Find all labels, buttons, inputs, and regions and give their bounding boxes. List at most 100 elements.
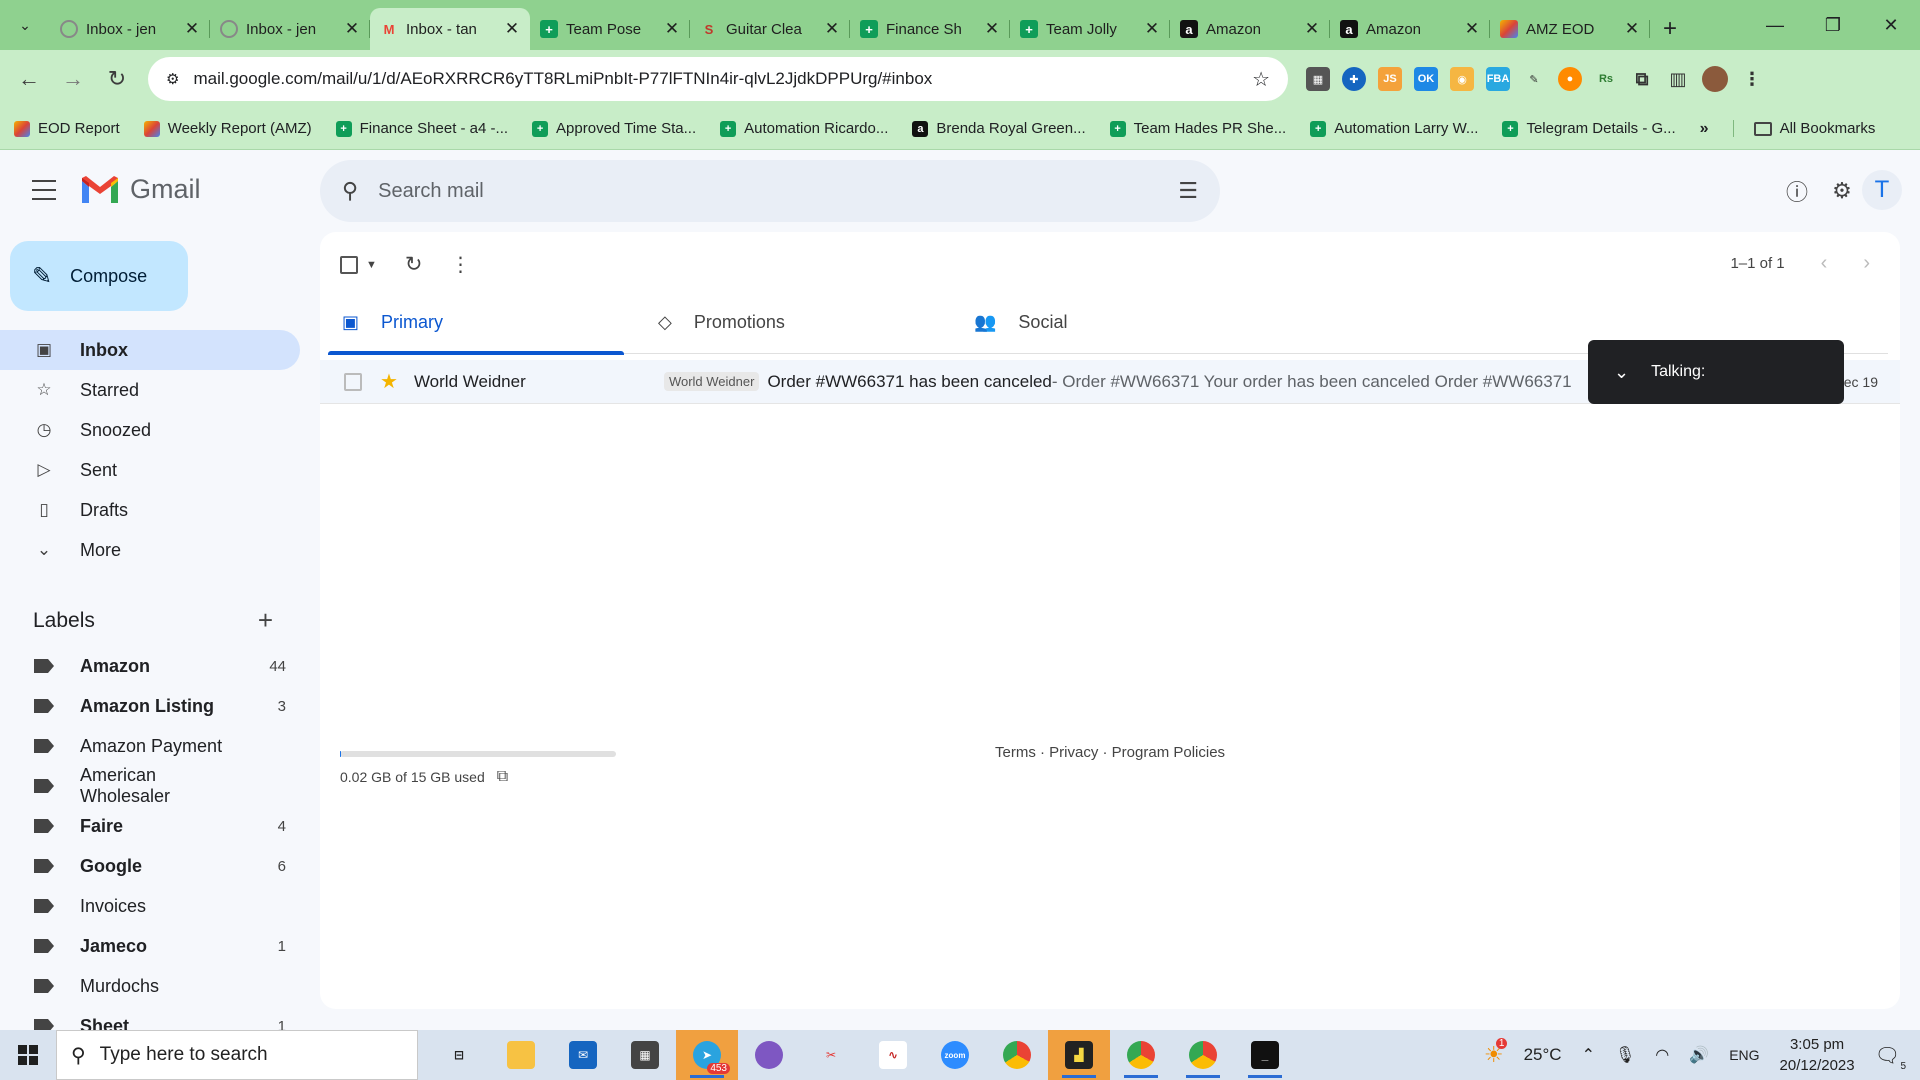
chrome-profile-icon[interactable] xyxy=(1110,1030,1172,1080)
tab-close-icon[interactable]: ✕ xyxy=(664,19,680,39)
restore-button[interactable]: ❐ xyxy=(1804,0,1862,50)
select-dropdown-icon[interactable]: ▼ xyxy=(366,259,377,271)
bookmark-item[interactable]: a Brenda Royal Green... xyxy=(912,120,1086,137)
extension-blue-icon[interactable]: ✚ xyxy=(1342,67,1366,91)
select-all-checkbox[interactable]: ▼ xyxy=(340,255,377,274)
label-item[interactable]: Invoices xyxy=(0,886,300,926)
select-checkbox-icon[interactable] xyxy=(340,255,358,274)
gmail-logo[interactable]: Gmail xyxy=(80,174,201,205)
extensions-puzzle-icon[interactable]: ⧉ xyxy=(1630,67,1654,91)
talking-toast[interactable]: ⌄ Talking: xyxy=(1588,340,1844,404)
qr-extension-icon[interactable]: ▦ xyxy=(1306,67,1330,91)
tab-close-icon[interactable]: ✕ xyxy=(184,19,200,39)
chrome-profile-avatar[interactable] xyxy=(1702,66,1728,92)
browser-tab[interactable]: Inbox - jen ✕ xyxy=(50,8,210,50)
tab-title[interactable]: Team Pose xyxy=(566,21,656,38)
tab-title[interactable]: Inbox - jen xyxy=(86,21,176,38)
support-icon[interactable]: ⓘ xyxy=(1782,176,1812,206)
search-bar[interactable]: ⚲ Search mail ☰ xyxy=(320,160,1220,222)
footer-links[interactable]: Terms · Privacy · Program Policies xyxy=(995,744,1225,761)
copilot-icon[interactable] xyxy=(738,1030,800,1080)
task-view-icon[interactable]: ⊟ xyxy=(428,1030,490,1080)
js-extension-icon[interactable]: JS xyxy=(1378,67,1402,91)
bookmark-item[interactable]: + Approved Time Sta... xyxy=(532,120,696,137)
sidebar-item-snoozed[interactable]: ◷ Snoozed xyxy=(0,410,300,450)
label-item[interactable]: Amazon Listing 3 xyxy=(0,686,300,726)
back-button[interactable]: ← xyxy=(10,60,48,98)
browser-tab[interactable]: M Inbox - tan ✕ xyxy=(370,8,530,50)
forward-button[interactable]: → xyxy=(54,60,92,98)
open-external-icon[interactable]: ⧉ xyxy=(497,768,508,786)
all-bookmarks-button[interactable]: All Bookmarks xyxy=(1732,120,1875,137)
close-window-button[interactable]: ✕ xyxy=(1862,0,1920,50)
tab-primary[interactable]: ▣ Primary xyxy=(328,290,644,355)
weather-icon[interactable]: ☀ 1 xyxy=(1484,1038,1508,1068)
taskbar-search-placeholder[interactable]: Type here to search xyxy=(100,1044,268,1066)
tab-title[interactable]: AMZ EOD xyxy=(1526,21,1616,38)
sidebar-item-more[interactable]: ⌄ More xyxy=(0,530,300,570)
tab-close-icon[interactable]: ✕ xyxy=(1464,19,1480,39)
search-options-icon[interactable]: ☰ xyxy=(1178,178,1198,204)
settings-gear-icon[interactable]: ⚙ xyxy=(1827,176,1857,206)
label-item[interactable]: American Wholesaler xyxy=(0,765,300,806)
search-icon[interactable]: ⚲ xyxy=(342,178,358,204)
tab-close-icon[interactable]: ✕ xyxy=(504,19,520,39)
zoom-icon[interactable]: zoom xyxy=(924,1030,986,1080)
wifi-icon[interactable]: ◠ xyxy=(1655,1045,1669,1065)
sidebar-item-sent[interactable]: ▷ Sent xyxy=(0,450,300,490)
activity-app-icon[interactable]: ∿ xyxy=(862,1030,924,1080)
file-explorer-icon[interactable] xyxy=(490,1030,552,1080)
bookmark-star-icon[interactable]: ☆ xyxy=(1252,67,1270,92)
microphone-icon[interactable]: 🎙 xyxy=(1615,1045,1635,1065)
tab-social[interactable]: 👥 Social xyxy=(960,290,1276,354)
browser-tab[interactable]: + Team Pose ✕ xyxy=(530,8,690,50)
tab-title[interactable]: Amazon xyxy=(1366,21,1456,38)
terminal-icon[interactable]: _ xyxy=(1234,1030,1296,1080)
tab-close-icon[interactable]: ✕ xyxy=(1624,19,1640,39)
bookmark-item[interactable]: + Finance Sheet - a4 -... xyxy=(335,120,508,137)
tray-chevron-up-icon[interactable]: ⌃ xyxy=(1582,1045,1595,1065)
account-avatar[interactable]: T xyxy=(1862,170,1902,210)
bookmark-item[interactable]: + Automation Ricardo... xyxy=(720,120,888,137)
chrome-menu-icon[interactable]: ⋮ xyxy=(1740,67,1764,91)
reload-button[interactable]: ↻ xyxy=(98,60,136,98)
tab-title[interactable]: Inbox - jen xyxy=(246,21,336,38)
clock[interactable]: 3:05 pm 20/12/2023 xyxy=(1780,1034,1855,1076)
prev-page-icon[interactable]: ‹ xyxy=(1821,252,1828,275)
browser-tab[interactable]: Inbox - jen ✕ xyxy=(210,8,370,50)
fba-extension-icon[interactable]: FBA xyxy=(1486,67,1510,91)
tab-search-chevron-icon[interactable]: ⌄ xyxy=(0,0,50,50)
bookmark-item[interactable]: Weekly Report (AMZ) xyxy=(143,120,312,137)
tab-title[interactable]: Inbox - tan xyxy=(406,21,496,38)
site-info-icon[interactable]: ⚙ xyxy=(166,70,179,88)
label-item[interactable]: Faire 4 xyxy=(0,806,300,846)
tab-close-icon[interactable]: ✕ xyxy=(344,19,360,39)
chevron-down-icon[interactable]: ⌄ xyxy=(1614,362,1629,383)
telegram-icon[interactable]: ➤ 453 xyxy=(676,1030,738,1080)
url-text[interactable]: mail.google.com/mail/u/1/d/AEoRXRRCR6yTT… xyxy=(193,69,1238,89)
next-page-icon[interactable]: › xyxy=(1863,252,1870,275)
sidebar-item-starred[interactable]: ☆ Starred xyxy=(0,370,300,410)
sidebar-item-drafts[interactable]: ▯ Drafts xyxy=(0,490,300,530)
tab-close-icon[interactable]: ✕ xyxy=(1304,19,1320,39)
taskbar-search[interactable]: ⚲ Type here to search xyxy=(56,1030,418,1080)
browser-tab[interactable]: a Amazon ✕ xyxy=(1330,8,1490,50)
extension-circle-icon[interactable]: ● xyxy=(1558,67,1582,91)
label-item[interactable]: Jameco 1 xyxy=(0,926,300,966)
tab-title[interactable]: Guitar Clea xyxy=(726,21,816,38)
search-input[interactable]: Search mail xyxy=(378,180,1158,203)
more-options-icon[interactable]: ⋮ xyxy=(451,252,471,277)
tab-close-icon[interactable]: ✕ xyxy=(984,19,1000,39)
label-item[interactable]: Amazon Payment xyxy=(0,726,300,766)
speaker-icon[interactable]: 🔊 xyxy=(1689,1045,1709,1065)
compose-button[interactable]: ✎ Compose xyxy=(10,241,188,311)
browser-tab[interactable]: S Guitar Clea ✕ xyxy=(690,8,850,50)
browser-tab[interactable]: + Finance Sh ✕ xyxy=(850,8,1010,50)
extension-orange-icon[interactable]: ◉ xyxy=(1450,67,1474,91)
tab-close-icon[interactable]: ✕ xyxy=(824,19,840,39)
label-item[interactable]: Amazon 44 xyxy=(0,646,300,686)
mail-app-icon[interactable]: ✉ xyxy=(552,1030,614,1080)
chrome-icon[interactable] xyxy=(986,1030,1048,1080)
email-checkbox[interactable] xyxy=(344,372,362,391)
tab-title[interactable]: Finance Sh xyxy=(886,21,976,38)
